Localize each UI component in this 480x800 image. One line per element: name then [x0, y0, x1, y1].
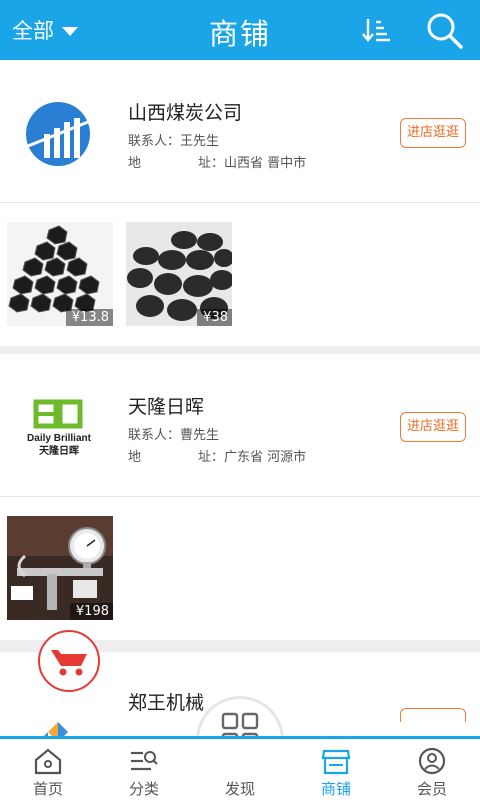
- product-thumbnail[interactable]: ¥38: [126, 222, 232, 326]
- tab-label: 会员: [416, 780, 447, 798]
- shop-logo: [24, 702, 92, 736]
- shop-contact: 联系人：曹先生: [128, 424, 219, 443]
- shop-name[interactable]: 天隆日晖: [128, 392, 204, 419]
- sort-descending-icon: [362, 19, 390, 42]
- product-thumbnail[interactable]: ¥198: [7, 516, 113, 620]
- product-thumbnail[interactable]: ¥13.8: [7, 222, 113, 326]
- contact-value: 曹先生: [180, 428, 220, 443]
- tab-home[interactable]: 首页: [0, 743, 96, 800]
- contact-value: 王先生: [180, 134, 220, 149]
- shop-card[interactable]: Daily Brilliant 天隆日晖 天隆日晖 联系人：曹先生 地 址：广东省…: [0, 354, 480, 640]
- visit-shop-button[interactable]: 进店逛逛: [400, 118, 466, 148]
- cart-button[interactable]: [38, 630, 100, 692]
- visit-shop-button[interactable]: [400, 708, 466, 722]
- tab-shop[interactable]: 商铺: [288, 743, 384, 800]
- dropdown-triangle-icon: [62, 26, 78, 36]
- shop-card[interactable]: 山西煤炭公司 联系人：王先生 地 址：山西省 晋中市 进店逛逛 ¥13.8 ¥38: [0, 60, 480, 346]
- category-filter-dropdown[interactable]: 全部: [12, 14, 78, 46]
- visit-shop-button[interactable]: 进店逛逛: [400, 412, 466, 442]
- product-price: ¥13.8: [65, 309, 113, 326]
- tab-label: 分类: [128, 780, 159, 798]
- divider: [0, 202, 480, 203]
- tab-label: 商铺: [320, 780, 351, 798]
- cart-icon: [51, 650, 87, 676]
- shop-address: 地 址：山西省 晋中市: [128, 152, 306, 171]
- filter-label: 全部: [12, 19, 54, 43]
- shop-icon: [321, 749, 351, 775]
- tab-label: 首页: [32, 780, 63, 798]
- divider: [0, 496, 480, 497]
- address-value: 广东省 河源市: [224, 450, 307, 465]
- address-value: 山西省 晋中市: [224, 156, 307, 171]
- bottom-tab-bar: 首页 分类 发现 商铺 会员: [0, 736, 480, 800]
- tab-category[interactable]: 分类: [96, 743, 192, 800]
- product-price: ¥38: [197, 309, 232, 326]
- shop-contact: 联系人：王先生: [128, 130, 219, 149]
- logo-text-cn: 天隆日晖: [39, 444, 79, 457]
- search-button[interactable]: [424, 10, 464, 50]
- user-icon: [418, 747, 446, 775]
- shop-name[interactable]: 山西煤炭公司: [128, 98, 242, 125]
- tab-discover-label[interactable]: 发现: [192, 743, 288, 800]
- contact-key: 联系人：: [128, 134, 181, 149]
- shop-name[interactable]: 郑王机械: [128, 688, 204, 715]
- shop-address: 地 址：广东省 河源市: [128, 446, 306, 465]
- address-key: 地: [128, 156, 142, 171]
- tab-member[interactable]: 会员: [384, 743, 480, 800]
- logo-text-en: Daily Brilliant: [27, 433, 92, 444]
- product-price: ¥198: [69, 603, 113, 620]
- top-bar: 全部 商铺: [0, 0, 480, 60]
- category-icon: [131, 751, 158, 771]
- shop-logo: [24, 100, 92, 168]
- sort-button[interactable]: [360, 14, 392, 46]
- address-key-2: 址：: [198, 450, 225, 465]
- search-icon: [427, 13, 463, 49]
- tab-label: 发现: [224, 780, 255, 798]
- home-icon: [34, 748, 62, 775]
- address-key: 地: [128, 450, 142, 465]
- address-key-2: 址：: [198, 156, 225, 171]
- contact-key: 联系人：: [128, 428, 181, 443]
- shop-logo: Daily Brilliant 天隆日晖: [22, 394, 96, 462]
